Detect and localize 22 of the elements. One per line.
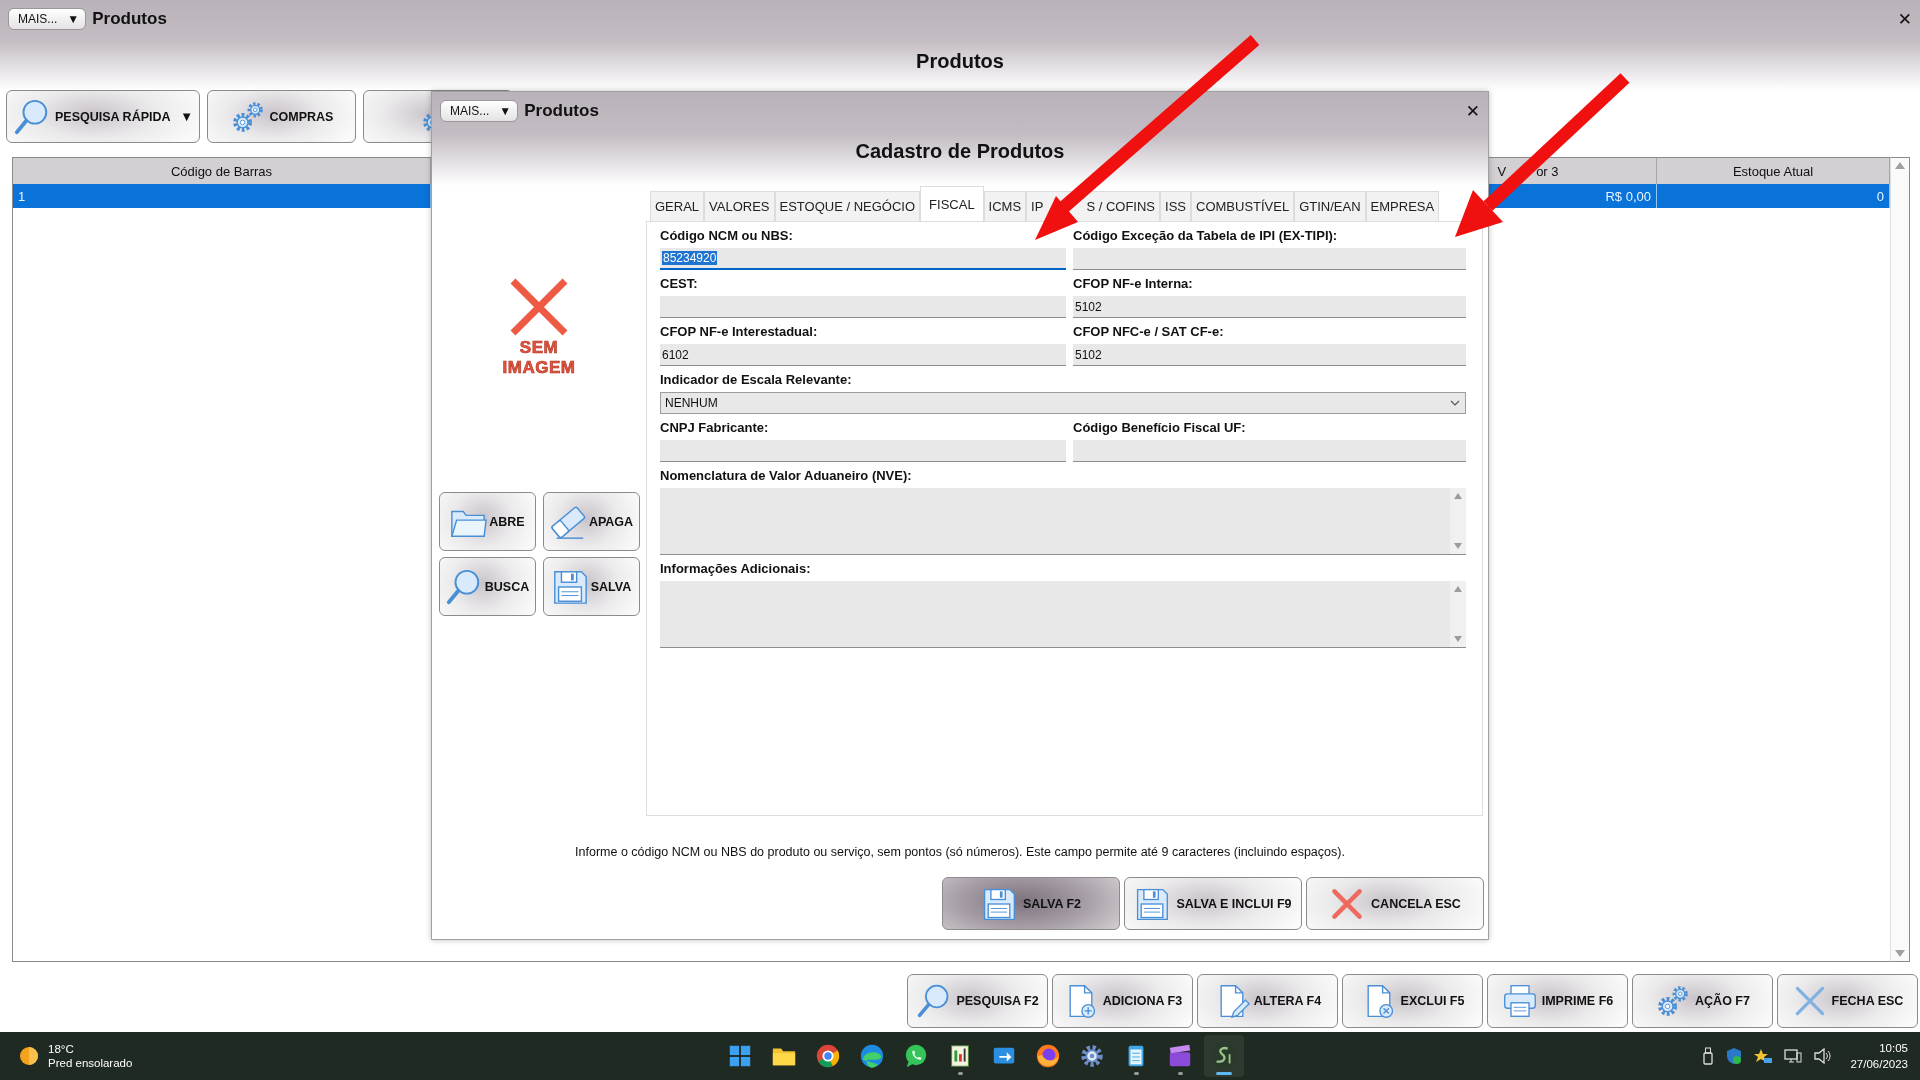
field-label: Código Benefício Fiscal UF: (1073, 420, 1247, 436)
window-title: Produtos (92, 9, 167, 29)
field-label: CFOP NF-e Interna: (1073, 276, 1194, 292)
field-label: Informações Adicionais: (660, 561, 812, 577)
weather-text: Pred ensolarado (48, 1056, 133, 1070)
field-label: Código NCM ou NBS: (660, 228, 794, 244)
page-heading: Produtos (916, 50, 1004, 72)
dialog-heading: Cadastro de Produtos (855, 140, 1065, 162)
field-label: Indicador de Escala Relevante: (660, 372, 853, 388)
table-cell: 1 (18, 188, 26, 204)
field-label: CFOP NFC-e / SAT CF-e: (1073, 324, 1225, 340)
table-cell: R$ 0,00 (1605, 188, 1651, 204)
field-label: CNPJ Fabricante: (660, 420, 770, 436)
dialog-title: Produtos (524, 101, 599, 121)
temperature-text: 18°C (48, 1042, 75, 1056)
field-label: Código Exceção da Tabela de IPI (EX-TIPI): (1073, 228, 1339, 244)
field-label: Nomenclatura de Valor Aduaneiro (NVE): (660, 468, 913, 484)
field-label: CEST: (660, 276, 699, 292)
table-cell: 0 (1876, 188, 1884, 204)
hint-text: Informe o código NCM ou NBS do produto ou serviço, sem pontos (só números). Este campo permite até 9 caracteres (incluindo espaços). (575, 845, 1345, 859)
no-image-label: SEM IMAGEM (501, 338, 577, 378)
field-label: CFOP NF-e Interestadual: (660, 324, 819, 340)
